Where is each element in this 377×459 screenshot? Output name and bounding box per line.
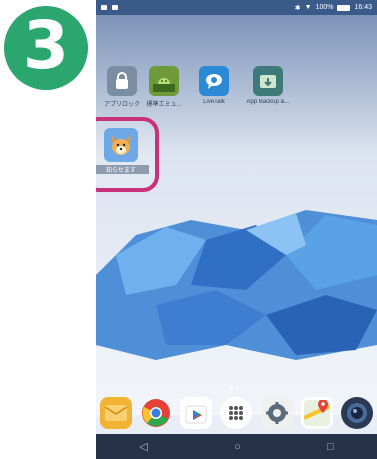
tablet-screen: ✱ ▼ 100% 16:43 アプリロック 標準エミュ... LiveTalk … [96, 0, 377, 459]
shiba-app-shortcut[interactable]: 知らせます [96, 128, 149, 174]
status-bar: ✱ ▼ 100% 16:43 [96, 0, 377, 15]
home-button[interactable]: ○ [234, 441, 241, 453]
chrome-icon[interactable] [140, 397, 172, 429]
notification-icon [101, 5, 107, 10]
back-button[interactable]: ◁ [139, 440, 147, 453]
livetalk-shortcut[interactable]: LiveTalk [186, 66, 242, 105]
status-time: 16:43 [354, 4, 372, 11]
battery-icon [337, 4, 351, 11]
camera-icon[interactable] [340, 397, 373, 429]
battery-percent: 100% [315, 4, 334, 11]
recents-button[interactable]: □ [327, 441, 334, 453]
app-backup-shortcut[interactable]: App Backup &... [240, 66, 296, 105]
wifi-icon: ▼ [304, 4, 312, 11]
android-emulator-shortcut[interactable]: 標準エミュ... [136, 66, 192, 108]
app-dock [96, 392, 377, 434]
step-number-badge: 3 [4, 6, 88, 90]
page-dot [230, 386, 233, 389]
navigation-bar: ◁ ○ □ [96, 434, 377, 459]
screenshot-icon [112, 5, 118, 10]
page-indicator [230, 386, 239, 389]
email-icon[interactable] [100, 397, 133, 429]
play-store-icon[interactable] [180, 397, 213, 429]
bluetooth-icon: ✱ [294, 4, 301, 12]
app-lock-icon [107, 66, 137, 96]
settings-icon[interactable] [260, 397, 293, 429]
app-backup-icon [253, 66, 283, 96]
app-drawer-icon[interactable] [220, 397, 253, 429]
android-emulator-icon [149, 66, 179, 96]
step-number: 3 [23, 7, 69, 84]
livetalk-icon [199, 66, 229, 96]
maps-icon[interactable] [300, 397, 333, 429]
page-dot [236, 386, 239, 389]
shiba-dog-app-icon [104, 128, 138, 162]
